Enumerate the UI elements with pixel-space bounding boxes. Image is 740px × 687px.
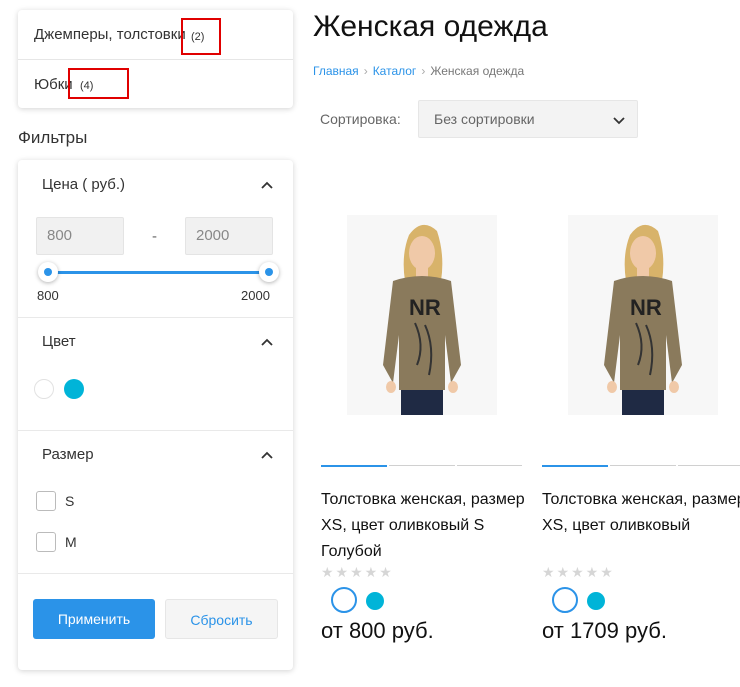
rating-stars: ★★★★★ [542,564,615,580]
price-slider-min-handle[interactable] [38,262,58,282]
product-card[interactable]: NR Толстовка женская, размер XS, цвет ол… [321,190,526,660]
size-checkbox-m[interactable] [36,532,56,552]
product-color-white[interactable] [552,587,578,613]
chevron-right-icon: › [421,64,426,78]
model-photo: NR [347,215,497,415]
breadcrumb-home[interactable]: Главная [313,64,359,78]
category-list: Джемперы, толстовки (2) Юбки (4) [18,10,293,108]
chevron-up-icon[interactable] [261,450,273,462]
range-max-label: 2000 [241,288,270,303]
product-color-blue[interactable] [366,592,384,610]
divider [18,317,293,318]
product-image[interactable]: NR [347,215,497,415]
chevron-up-icon[interactable] [261,180,273,192]
chevron-down-icon [613,117,625,125]
image-pager-bar[interactable] [542,465,608,467]
highlight-box [181,18,221,55]
price-slider-max-handle[interactable] [259,262,279,282]
highlight-box [68,68,129,99]
apply-button[interactable]: Применить [33,599,155,639]
sort-select[interactable]: Без сортировки [418,100,638,138]
category-item-skirts[interactable]: Юбки (4) [18,60,293,109]
breadcrumb-catalog[interactable]: Каталог [373,64,417,78]
price-max-input[interactable]: 2000 [185,217,273,255]
sort-label: Сортировка: [320,111,401,127]
image-pager-bar[interactable] [678,465,740,466]
product-name[interactable]: Толстовка женская, размер XS, цвет оливк… [542,487,740,539]
divider [18,430,293,431]
breadcrumb-current: Женская одежда [430,64,525,78]
image-pager-bar[interactable] [457,465,522,466]
breadcrumb: Главная › Каталог › Женская одежда [313,64,524,78]
image-pager-bar[interactable] [610,465,676,466]
reset-button[interactable]: Сбросить [165,599,278,639]
price-min-input[interactable]: 800 [36,217,124,255]
product-name[interactable]: Толстовка женская, размер XS, цвет оливк… [321,487,526,565]
chevron-right-icon: › [363,64,368,78]
divider [18,573,293,574]
size-option-label: S [65,493,75,509]
size-filter-title[interactable]: Размер [42,446,94,463]
price-slider-track[interactable] [48,271,268,274]
price-filter-title[interactable]: Цена ( руб.) [42,176,125,193]
color-filter-title[interactable]: Цвет [42,333,76,350]
size-option-label: M [65,534,77,550]
color-swatch-blue[interactable] [64,379,84,399]
product-color-white[interactable] [331,587,357,613]
sort-value: Без сортировки [434,111,535,127]
image-pager[interactable] [321,465,522,467]
category-item-jumpers[interactable]: Джемперы, толстовки (2) [18,10,293,59]
image-pager[interactable] [542,465,740,467]
product-price: от 800 руб. [321,618,434,643]
model-photo: NR [568,215,718,415]
product-color-blue[interactable] [587,592,605,610]
page-title: Женская одежда [313,10,548,43]
image-pager-bar[interactable] [389,465,455,466]
color-swatch-white[interactable] [34,379,54,399]
range-min-label: 800 [37,288,59,303]
filters-heading: Фильтры [18,128,88,147]
chevron-up-icon[interactable] [261,337,273,349]
size-checkbox-s[interactable] [36,491,56,511]
category-label: Джемперы, толстовки [34,26,186,43]
filter-panel: Цена ( руб.) 800 - 2000 800 2000 Цвет Ра… [18,160,293,670]
svg-text:NR: NR [409,295,441,320]
category-label: Юбки [34,76,73,93]
svg-text:NR: NR [630,295,662,320]
product-price: от 1709 руб. [542,618,667,643]
rating-stars: ★★★★★ [321,564,394,580]
product-card[interactable]: NR Толстовка женская, размер XS, цвет ол… [542,190,740,660]
range-dash: - [152,228,157,245]
image-pager-bar[interactable] [321,465,387,467]
product-image[interactable]: NR [568,215,718,415]
